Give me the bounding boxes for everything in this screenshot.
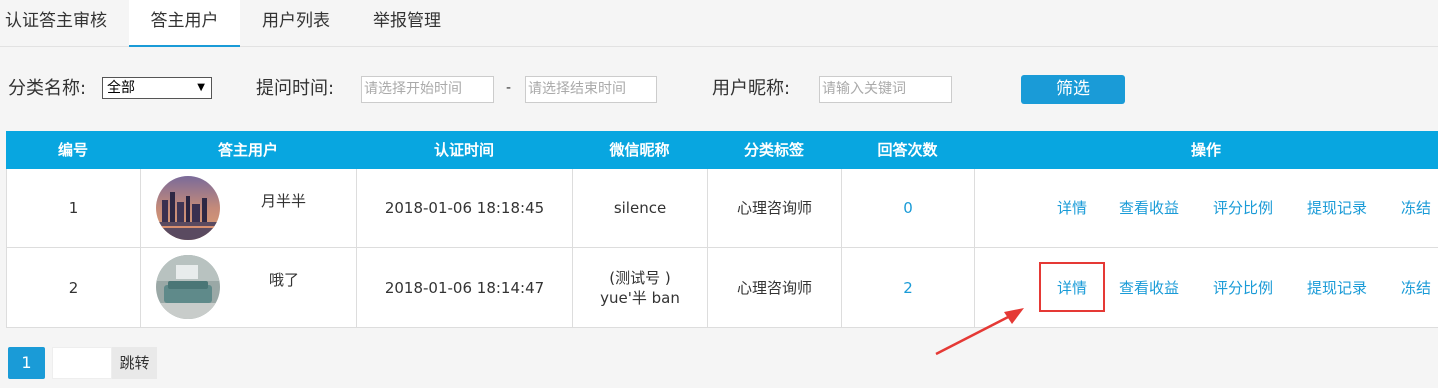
time-separator: - [506, 80, 512, 96]
tab-answerer-users[interactable]: 答主用户 [129, 0, 240, 47]
table-header: 编号 答主用户 认证时间 微信昵称 分类标签 回答次数 操作 [6, 131, 1438, 169]
page-1-button[interactable]: 1 [8, 347, 45, 379]
page-jump-button[interactable]: 跳转 [112, 347, 157, 379]
wechat-line-2: yue'半 ban [600, 288, 680, 307]
header-user: 答主用户 [217, 141, 278, 159]
tab-bar: 认证答主审核 答主用户 用户列表 举报管理 [0, 0, 1438, 47]
time-label: 提问时间: [256, 78, 335, 99]
highlight-box [1039, 262, 1105, 312]
row-user: 月半半 [141, 169, 357, 247]
action-withdraw-records[interactable]: 提现记录 [1307, 169, 1367, 247]
action-freeze[interactable]: 冻结 [1401, 248, 1431, 327]
user-name: 哦了 [269, 271, 300, 289]
action-view-earnings[interactable]: 查看收益 [1119, 169, 1179, 247]
row-cert-time: 2018-01-06 18:18:45 [357, 169, 573, 247]
table-row: 1 月半半 2018-01-06 18:18:45 silence 心理咨询师 … [6, 169, 1438, 248]
filter-button[interactable]: 筛选 [1021, 75, 1125, 104]
header-wechat: 微信昵称 [609, 141, 670, 159]
row-wechat: (测试号 ) yue'半 ban [573, 248, 708, 327]
tab-user-list[interactable]: 用户列表 [240, 0, 352, 47]
nickname-input[interactable]: 请输入关键词 [819, 76, 952, 103]
category-select-value: 全部 [107, 80, 135, 96]
nickname-label: 用户昵称: [712, 78, 791, 99]
avatar [156, 255, 220, 319]
header-answers: 回答次数 [877, 141, 938, 159]
tab-certified-reviews[interactable]: 认证答主审核 [0, 0, 112, 47]
caret-down-icon: ▼ [197, 82, 205, 93]
page-jump-input[interactable] [52, 347, 112, 379]
action-view-earnings[interactable]: 查看收益 [1119, 248, 1179, 327]
end-time-input[interactable]: 请选择结束时间 [525, 76, 657, 103]
category-label: 分类名称: [8, 78, 87, 99]
header-cert-time: 认证时间 [433, 141, 494, 159]
action-withdraw-records[interactable]: 提现记录 [1307, 248, 1367, 327]
annotation-arrow-icon [935, 308, 1024, 356]
row-tag: 心理咨询师 [708, 248, 842, 327]
action-rating-ratio[interactable]: 评分比例 [1213, 248, 1273, 327]
header-id: 编号 [57, 141, 88, 159]
avatar [156, 176, 220, 240]
header-actions: 操作 [1190, 141, 1221, 159]
user-name: 月半半 [261, 192, 307, 210]
row-id: 1 [7, 169, 141, 247]
wechat-line-1: (测试号 ) [609, 268, 671, 287]
action-freeze[interactable]: 冻结 [1401, 169, 1431, 247]
row-user: 哦了 [141, 248, 357, 327]
row-cert-time: 2018-01-06 18:14:47 [357, 248, 573, 327]
tab-report-management[interactable]: 举报管理 [352, 0, 462, 47]
row-wechat: silence [573, 169, 708, 247]
row-tag: 心理咨询师 [708, 169, 842, 247]
table-row: 2 哦了 2018-01-06 18:14:47 (测试号 ) yue'半 ba… [6, 248, 1438, 328]
row-id: 2 [7, 248, 141, 327]
action-rating-ratio[interactable]: 评分比例 [1213, 169, 1273, 247]
row-actions: 详情 查看收益 评分比例 提现记录 冻结 [975, 169, 1438, 247]
row-answers-link[interactable]: 0 [842, 169, 975, 247]
category-select[interactable]: 全部 ▼ [102, 77, 212, 99]
header-tag: 分类标签 [743, 141, 804, 159]
start-time-input[interactable]: 请选择开始时间 [361, 76, 494, 103]
action-detail[interactable]: 详情 [1057, 169, 1087, 247]
